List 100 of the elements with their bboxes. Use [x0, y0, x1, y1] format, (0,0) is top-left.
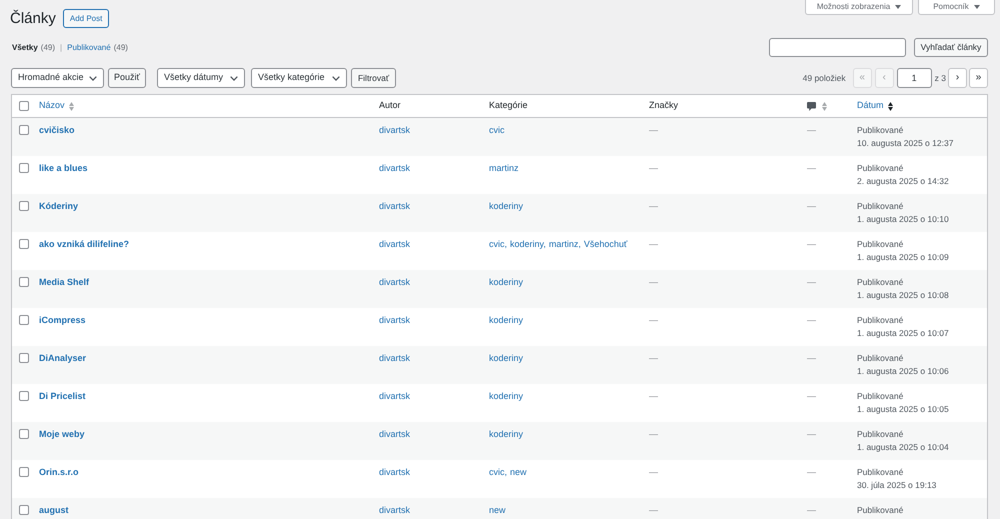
- checkbox[interactable]: [19, 353, 29, 363]
- checkbox[interactable]: [19, 163, 29, 173]
- post-title-link[interactable]: Kóderiny: [39, 200, 78, 213]
- dropdown-select[interactable]: Všetky dátumy: [157, 68, 245, 88]
- author-link[interactable]: divartsk: [379, 428, 410, 441]
- category-link[interactable]: koderiny: [489, 200, 524, 213]
- caret-icon: [974, 5, 980, 9]
- author-link[interactable]: divartsk: [379, 124, 410, 137]
- author-link[interactable]: divartsk: [379, 276, 410, 289]
- pagination-button[interactable]: »: [969, 68, 988, 88]
- comments-sort-link[interactable]: [807, 102, 827, 110]
- comments-value: —: [807, 162, 816, 175]
- checkbox[interactable]: [19, 239, 29, 249]
- screen-tab[interactable]: Možnosti zobrazenia: [805, 0, 913, 15]
- category-link[interactable]: cvic,: [489, 238, 507, 251]
- post-title-link[interactable]: DiAnalyser: [39, 352, 86, 365]
- author-link[interactable]: divartsk: [379, 314, 410, 327]
- comments-value: —: [807, 200, 816, 213]
- post-title-link[interactable]: Di Pricelist: [39, 390, 86, 403]
- post-date: 2. augusta 2025 o 14:32: [857, 175, 949, 188]
- checkbox[interactable]: [19, 101, 29, 111]
- author-link[interactable]: divartsk: [379, 238, 410, 251]
- author-link[interactable]: divartsk: [379, 162, 410, 175]
- post-status: Publikované: [857, 314, 904, 327]
- tags-value: —: [649, 428, 658, 441]
- author-link[interactable]: divartsk: [379, 352, 410, 365]
- author-link[interactable]: divartsk: [379, 390, 410, 403]
- checkbox[interactable]: [19, 277, 29, 287]
- post-title-link[interactable]: Orin.s.r.o: [39, 466, 79, 479]
- add-post-button[interactable]: Add Post: [62, 9, 110, 28]
- tags-value: —: [649, 238, 658, 251]
- author-link[interactable]: divartsk: [379, 466, 410, 479]
- author-link[interactable]: divartsk: [379, 504, 410, 517]
- category-link[interactable]: cvic,: [489, 466, 507, 479]
- post-title-link[interactable]: cvičisko: [39, 124, 75, 137]
- view-link[interactable]: Všetky: [12, 42, 38, 54]
- category-link[interactable]: koderiny,: [510, 238, 546, 251]
- column-sort-link[interactable]: Dátum: [857, 99, 893, 113]
- checkbox[interactable]: [19, 125, 29, 135]
- category-link[interactable]: martinz: [489, 162, 519, 175]
- filter-button[interactable]: Filtrovať: [351, 68, 396, 88]
- item-count: 49 položiek: [802, 72, 846, 84]
- post-date: 1. augusta 2025 o 10:07: [857, 327, 949, 340]
- dropdown-select[interactable]: Hromadné akcie: [11, 68, 104, 88]
- post-title-link[interactable]: Moje weby: [39, 428, 85, 441]
- checkbox[interactable]: [19, 391, 29, 401]
- checkbox[interactable]: [19, 429, 29, 439]
- tags-value: —: [649, 276, 658, 289]
- post-title-link[interactable]: iCompress: [39, 314, 86, 327]
- apply-button[interactable]: Použiť: [108, 68, 146, 88]
- category-link[interactable]: new: [489, 504, 506, 517]
- post-date: 1. augusta 2025 o 10:06: [857, 365, 949, 378]
- view-count: (49): [114, 42, 128, 54]
- tags-value: —: [649, 466, 658, 479]
- tags-value: —: [649, 390, 658, 403]
- post-date: 1. augusta 2025 o 10:08: [857, 289, 949, 302]
- category-link[interactable]: new: [510, 466, 527, 479]
- comments-value: —: [807, 124, 816, 137]
- category-link[interactable]: cvic: [489, 124, 504, 137]
- search-field[interactable]: [769, 38, 906, 57]
- page-number-field[interactable]: 1: [896, 68, 932, 88]
- chevron-down-icon: [89, 76, 97, 80]
- checkbox[interactable]: [19, 467, 29, 477]
- tags-value: —: [649, 352, 658, 365]
- category-link[interactable]: koderiny: [489, 314, 524, 327]
- post-date: 1. augusta 2025 o 10:10: [857, 213, 949, 226]
- category-link[interactable]: koderiny: [489, 276, 524, 289]
- post-status: Publikované: [857, 276, 904, 289]
- post-date: 1. augusta 2025 o 10:09: [857, 251, 949, 264]
- tags-value: —: [649, 124, 658, 137]
- search-button[interactable]: Vyhľadať články: [914, 38, 988, 57]
- checkbox[interactable]: [19, 505, 29, 515]
- column-sort-link[interactable]: Názov: [39, 99, 74, 113]
- dropdown-select[interactable]: Všetky kategórie: [251, 68, 347, 88]
- post-title-link[interactable]: Media Shelf: [39, 276, 90, 289]
- category-link[interactable]: koderiny: [489, 352, 524, 365]
- post-title-link[interactable]: august: [39, 504, 69, 517]
- comments-value: —: [807, 276, 816, 289]
- comments-value: —: [807, 238, 816, 251]
- view-link[interactable]: Publikované: [67, 42, 111, 54]
- screen-tab[interactable]: Pomocník: [918, 0, 995, 15]
- page-title: Články: [10, 9, 56, 28]
- checkbox[interactable]: [19, 201, 29, 211]
- comment-icon: [807, 102, 816, 110]
- checkbox[interactable]: [19, 315, 29, 325]
- post-status: Publikované: [857, 390, 904, 403]
- comments-value: —: [807, 504, 816, 517]
- category-link[interactable]: koderiny: [489, 428, 524, 441]
- category-link[interactable]: koderiny: [489, 390, 524, 403]
- post-title-link[interactable]: like a blues: [39, 162, 88, 175]
- post-date: 1. augusta 2025 o 10:05: [857, 403, 949, 416]
- category-link[interactable]: martinz,: [548, 238, 581, 251]
- post-title-link[interactable]: ako vzniká dilifeline?: [39, 238, 130, 251]
- chevron-down-icon: [230, 76, 238, 80]
- post-status: Publikované: [857, 124, 904, 137]
- post-status: Publikované: [857, 200, 904, 213]
- category-link[interactable]: Všehochuť: [584, 238, 628, 251]
- tags-value: —: [649, 314, 658, 327]
- author-link[interactable]: divartsk: [379, 200, 410, 213]
- pagination-button[interactable]: ›: [948, 68, 967, 88]
